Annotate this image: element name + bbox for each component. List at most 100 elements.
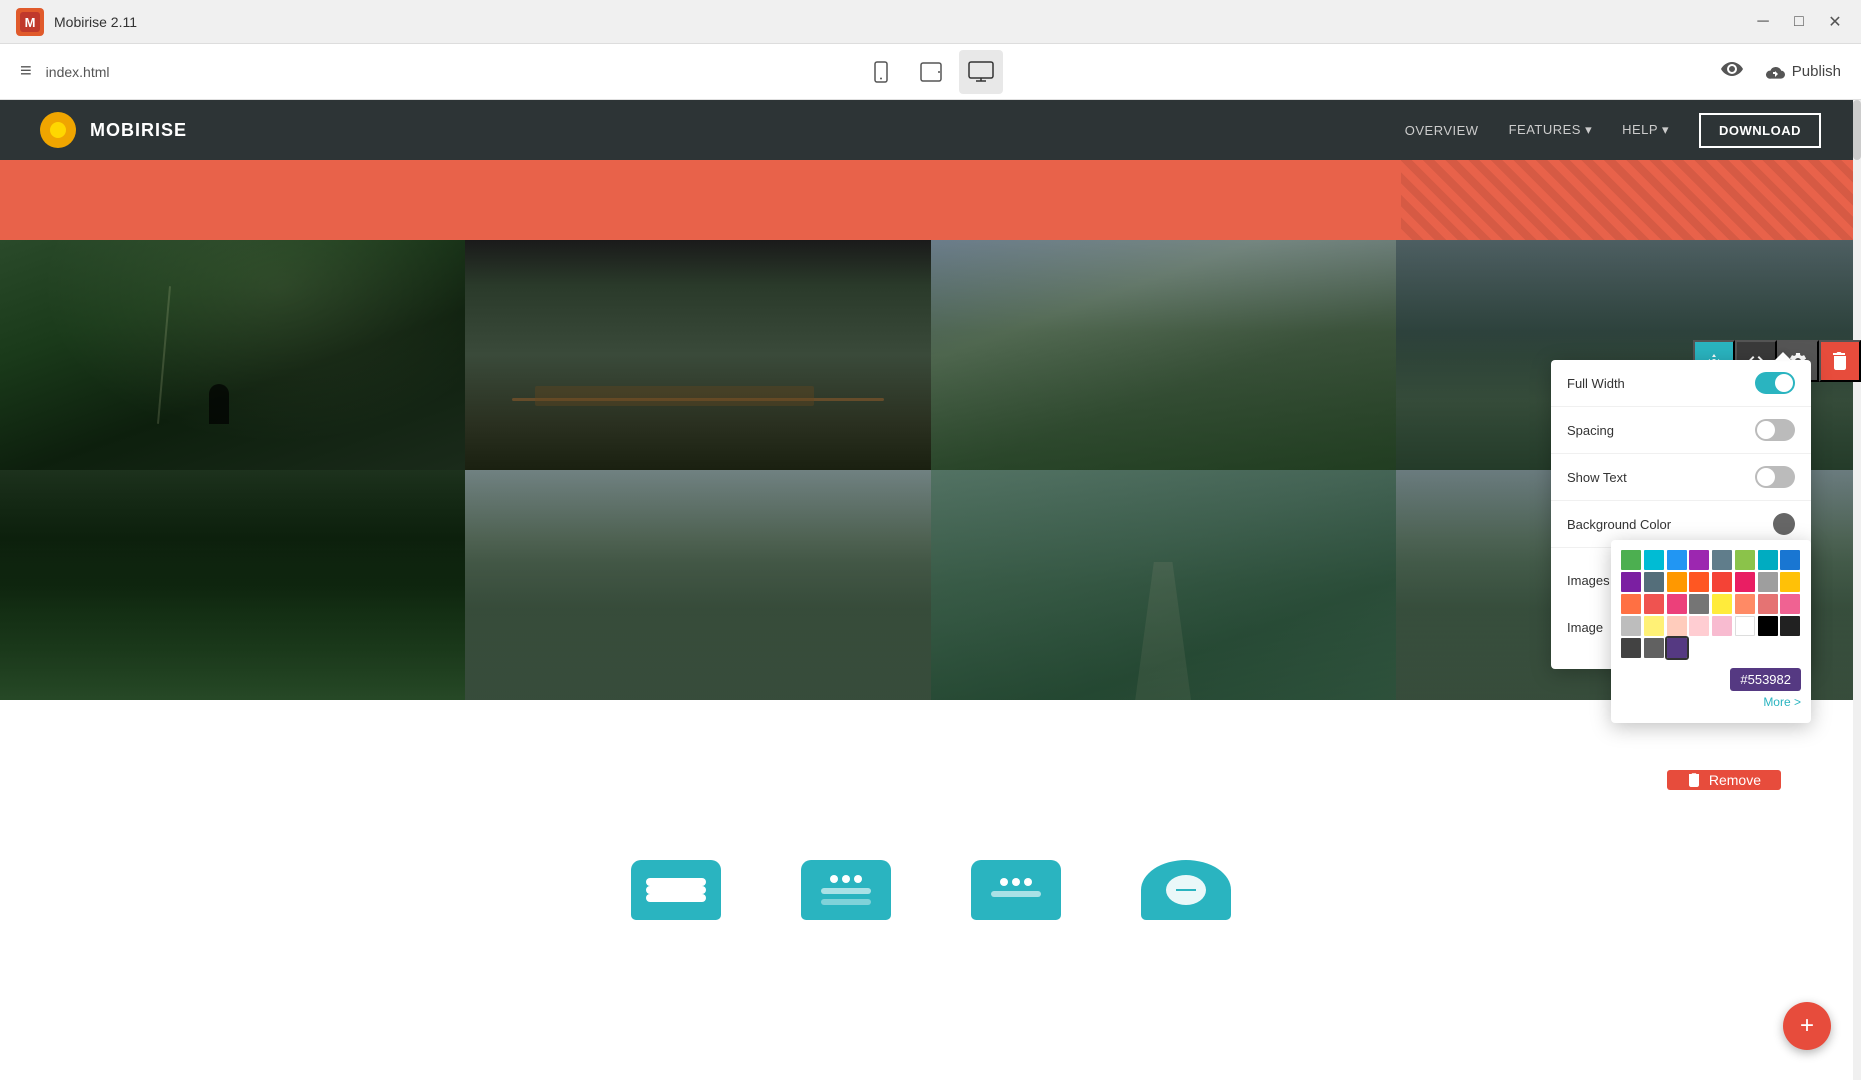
color-swatch-lightsalmon[interactable] bbox=[1667, 616, 1687, 636]
image-label: Image bbox=[1567, 620, 1603, 635]
minimize-icon: ─ bbox=[1757, 13, 1768, 31]
showtext-toggle-knob bbox=[1757, 468, 1775, 486]
icon-lines-1 bbox=[646, 886, 706, 894]
teal-icon-4 bbox=[1141, 860, 1231, 920]
color-swatch-deeporange[interactable] bbox=[1689, 572, 1709, 592]
block-delete-button[interactable] bbox=[1819, 340, 1861, 382]
forest-photo-2 bbox=[465, 240, 930, 470]
nav-link-help[interactable]: HELP bbox=[1622, 122, 1669, 138]
cloud-upload-icon bbox=[1764, 61, 1786, 83]
color-swatch-darkpurple[interactable] bbox=[1621, 572, 1641, 592]
forest-photo-5 bbox=[0, 470, 465, 700]
color-swatch-selected[interactable] bbox=[1667, 638, 1687, 658]
icon-dots-row bbox=[830, 875, 862, 883]
color-swatch-darkbluegrey[interactable] bbox=[1644, 572, 1664, 592]
bottom-section bbox=[0, 700, 1861, 1080]
showtext-toggle[interactable] bbox=[1755, 466, 1795, 488]
color-swatch-green[interactable] bbox=[1621, 550, 1641, 570]
color-swatch-white[interactable] bbox=[1735, 616, 1755, 636]
hamburger-menu-button[interactable]: ≡ bbox=[20, 60, 32, 83]
mobile-view-button[interactable] bbox=[859, 50, 903, 94]
color-swatch-rose[interactable] bbox=[1758, 594, 1778, 614]
color-swatch-black[interactable] bbox=[1758, 616, 1778, 636]
images-label: Images bbox=[1567, 573, 1610, 588]
color-swatch-teal[interactable] bbox=[1644, 550, 1664, 570]
color-swatch-lightred[interactable] bbox=[1644, 594, 1664, 614]
site-navbar: MOBIRISE OVERVIEW FEATURES HELP DOWNLOAD bbox=[0, 100, 1861, 160]
color-swatch-purple[interactable] bbox=[1689, 550, 1709, 570]
color-swatch-blush[interactable] bbox=[1712, 616, 1732, 636]
photo-cell-3 bbox=[931, 240, 1396, 470]
toolbar-right: Publish bbox=[1720, 57, 1841, 87]
photo-cell-5 bbox=[0, 470, 465, 700]
color-hex-value[interactable]: #553982 bbox=[1730, 668, 1801, 691]
spacing-toggle[interactable] bbox=[1755, 419, 1795, 441]
icon-item-2 bbox=[801, 860, 891, 920]
color-swatch-blue[interactable] bbox=[1667, 550, 1687, 570]
color-swatch-orange[interactable] bbox=[1667, 572, 1687, 592]
site-logo-inner bbox=[47, 119, 69, 141]
color-swatch-lightgreen[interactable] bbox=[1735, 550, 1755, 570]
color-swatch-lightyellow[interactable] bbox=[1644, 616, 1664, 636]
color-swatch-amber[interactable] bbox=[1780, 572, 1800, 592]
toolbar: ≡ index.html bbox=[0, 44, 1861, 100]
color-swatch-yellow[interactable] bbox=[1712, 594, 1732, 614]
remove-trash-icon bbox=[1687, 773, 1701, 787]
scrollbar-thumb[interactable] bbox=[1853, 100, 1861, 160]
color-swatch-medgrey[interactable] bbox=[1689, 594, 1709, 614]
color-swatch-med2[interactable] bbox=[1644, 638, 1664, 658]
nav-link-features[interactable]: FEATURES bbox=[1509, 122, 1593, 138]
color-swatch-red[interactable] bbox=[1712, 572, 1732, 592]
color-swatch-cyan[interactable] bbox=[1758, 550, 1778, 570]
website-preview: MOBIRISE OVERVIEW FEATURES HELP DOWNLOAD bbox=[0, 100, 1861, 1080]
icon-item-3 bbox=[971, 860, 1061, 920]
spacing-label: Spacing bbox=[1567, 423, 1614, 438]
teal-icon-1 bbox=[631, 860, 721, 920]
color-swatch-lightrose[interactable] bbox=[1689, 616, 1709, 636]
add-section-button[interactable]: + bbox=[1783, 1002, 1831, 1050]
tablet-view-button[interactable] bbox=[909, 50, 953, 94]
icon-item-1 bbox=[631, 860, 721, 920]
preview-button[interactable] bbox=[1720, 57, 1744, 87]
title-bar-controls: ─ □ ✕ bbox=[1753, 12, 1845, 32]
remove-block-button[interactable]: Remove bbox=[1667, 770, 1781, 790]
maximize-button[interactable]: □ bbox=[1789, 12, 1809, 32]
color-swatch-bluegrey[interactable] bbox=[1712, 550, 1732, 570]
color-swatch-peach[interactable] bbox=[1735, 594, 1755, 614]
fullwidth-toggle[interactable] bbox=[1755, 372, 1795, 394]
color-swatch-lightpink[interactable] bbox=[1667, 594, 1687, 614]
desktop-view-button[interactable] bbox=[959, 50, 1003, 94]
bgcolor-label: Background Color bbox=[1567, 517, 1671, 532]
minimize-button[interactable]: ─ bbox=[1753, 12, 1773, 32]
desktop-icon bbox=[968, 61, 994, 83]
orange-banner bbox=[0, 160, 1861, 240]
icon-item-4 bbox=[1141, 860, 1231, 920]
svg-text:M: M bbox=[25, 15, 36, 30]
fullwidth-label: Full Width bbox=[1567, 376, 1625, 391]
download-button[interactable]: DOWNLOAD bbox=[1699, 113, 1821, 148]
color-swatch-hotpink[interactable] bbox=[1780, 594, 1800, 614]
publish-label: Publish bbox=[1792, 63, 1841, 80]
bgcolor-color-swatch[interactable] bbox=[1773, 513, 1795, 535]
forest-photo-1 bbox=[0, 240, 465, 470]
close-button[interactable]: ✕ bbox=[1825, 12, 1845, 32]
color-swatch-grey[interactable] bbox=[1758, 572, 1778, 592]
color-swatch-darkblue[interactable] bbox=[1780, 550, 1800, 570]
publish-button[interactable]: Publish bbox=[1764, 61, 1841, 83]
color-swatch-darkgrey2[interactable] bbox=[1621, 638, 1641, 658]
nav-link-overview[interactable]: OVERVIEW bbox=[1405, 123, 1479, 138]
site-logo-area: MOBIRISE bbox=[40, 112, 187, 148]
color-swatch-salmon[interactable] bbox=[1621, 594, 1641, 614]
color-swatch-pink[interactable] bbox=[1735, 572, 1755, 592]
icon-dots-row-2 bbox=[1000, 878, 1032, 886]
add-icon: + bbox=[1800, 1012, 1814, 1040]
fullwidth-toggle-knob bbox=[1775, 374, 1793, 392]
scrollbar[interactable] bbox=[1853, 100, 1861, 1080]
color-more-link[interactable]: More > bbox=[1621, 691, 1801, 713]
close-icon: ✕ bbox=[1828, 12, 1841, 32]
color-swatch-nearblack[interactable] bbox=[1780, 616, 1800, 636]
trash-icon bbox=[1831, 352, 1849, 370]
color-swatch-lightgrey[interactable] bbox=[1621, 616, 1641, 636]
maximize-icon: □ bbox=[1794, 13, 1804, 31]
settings-row-spacing: Spacing bbox=[1551, 407, 1811, 454]
